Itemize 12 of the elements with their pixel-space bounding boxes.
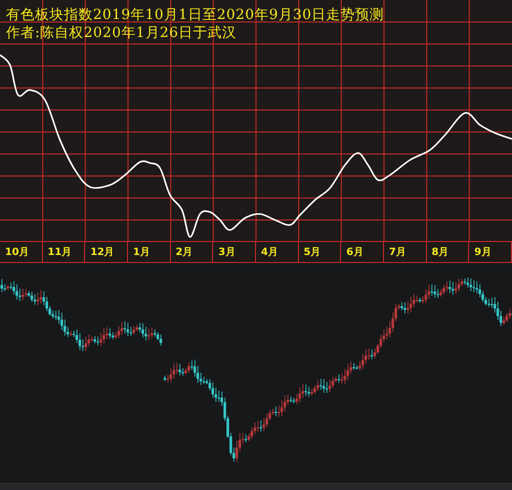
month-label: 6月 xyxy=(341,242,384,263)
month-label: 3月 xyxy=(213,242,256,263)
month-label: 12月 xyxy=(85,242,128,263)
month-label: 1月 xyxy=(128,242,171,263)
month-label: 2月 xyxy=(170,242,214,263)
month-label: 11月 xyxy=(42,242,86,263)
month-label: 10月 xyxy=(0,242,43,263)
month-label: 7月 xyxy=(384,242,427,263)
month-label: 4月 xyxy=(256,242,299,263)
month-label: 8月 xyxy=(426,242,470,263)
month-label: 9月 xyxy=(469,242,512,263)
month-label: 5月 xyxy=(298,242,342,263)
